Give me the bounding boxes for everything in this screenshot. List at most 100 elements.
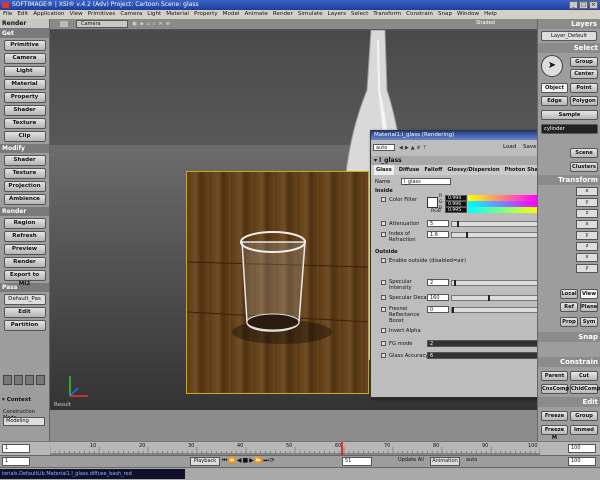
menu-window[interactable]: Window xyxy=(457,10,479,19)
select-arrow-icon[interactable]: ➤ xyxy=(541,55,563,77)
fresnel-checkbox[interactable] xyxy=(381,307,386,312)
get-property-button[interactable]: Property xyxy=(3,92,46,103)
get-texture-button[interactable]: Texture xyxy=(3,118,46,129)
immed-button[interactable]: Immed xyxy=(570,425,598,435)
menu-transform[interactable]: Transform xyxy=(373,10,401,19)
menu-property[interactable]: Property xyxy=(194,10,218,19)
render-preview-button[interactable]: Preview xyxy=(3,244,46,255)
color-swatch[interactable] xyxy=(427,197,438,208)
clusters-button[interactable]: Clusters xyxy=(570,162,598,172)
attenuation-slider[interactable] xyxy=(451,221,543,227)
scale-x-button[interactable]: x xyxy=(576,187,598,196)
render-region-button[interactable]: Region xyxy=(3,218,46,229)
get-camera-button[interactable]: Camera xyxy=(3,53,46,64)
render-region[interactable] xyxy=(186,171,369,394)
shading-mode-dropdown[interactable]: Shaded xyxy=(476,20,495,26)
render-refresh-button[interactable]: Refresh xyxy=(3,231,46,242)
timeline[interactable]: 1 10 20 30 40 50 60 70 80 90 100 100 xyxy=(0,441,600,455)
tab-falloff[interactable]: Falloff xyxy=(424,165,442,175)
polygon-button[interactable]: Polygon xyxy=(570,96,598,106)
get-shader-button[interactable]: Shader xyxy=(3,105,46,116)
preset-dropdown[interactable]: auto xyxy=(373,144,395,151)
menu-application[interactable]: Application xyxy=(33,10,64,19)
cnscomp-button[interactable]: CnsComp xyxy=(541,384,569,394)
translate-y-button[interactable]: y xyxy=(576,264,598,273)
timeline-end-field[interactable]: 100 xyxy=(568,444,596,453)
toolbar-title[interactable]: Render xyxy=(0,19,49,29)
fresnel-field[interactable]: 0 xyxy=(427,306,449,313)
blue-value[interactable]: 0.995 xyxy=(445,207,467,213)
menu-file[interactable]: File xyxy=(3,10,12,19)
menu-help[interactable]: Help xyxy=(484,10,497,19)
scale-z-button[interactable]: z xyxy=(576,209,598,218)
center-button[interactable]: Center xyxy=(570,69,598,79)
ior-checkbox[interactable] xyxy=(381,232,386,237)
update-all-button[interactable]: Update All xyxy=(398,457,424,463)
plane-button[interactable]: Plane xyxy=(580,302,598,312)
glass-accuracy-checkbox[interactable] xyxy=(381,353,386,358)
modify-shader-button[interactable]: Shader xyxy=(3,155,46,166)
layer-dropdown[interactable]: Layer_Default xyxy=(541,31,597,41)
export-mi2-button[interactable]: Export to MI2 xyxy=(3,270,46,287)
selection-field[interactable]: cylinder xyxy=(541,124,598,134)
command-line[interactable]: terials.DefaultLib.Material1.l_glass.dif… xyxy=(0,469,185,479)
editor-nav-icons[interactable]: ◀▶▲⚙? xyxy=(399,145,428,151)
menu-render[interactable]: Render xyxy=(273,10,293,19)
end-frame-field[interactable]: 100 xyxy=(568,457,596,466)
rotate-x-button[interactable]: x xyxy=(576,220,598,229)
current-frame-field[interactable]: 51 xyxy=(342,457,372,466)
group-button[interactable]: Group xyxy=(570,57,598,67)
enable-outside-checkbox[interactable] xyxy=(381,258,386,263)
chldcomp-button[interactable]: ChldComp xyxy=(570,384,600,394)
specular-decay-field[interactable]: 160 xyxy=(427,294,449,301)
prop-button[interactable]: Prop xyxy=(560,317,578,327)
attenuation-checkbox[interactable] xyxy=(381,221,386,226)
render-render-button[interactable]: Render xyxy=(3,257,46,268)
ref-button[interactable]: Ref xyxy=(560,302,578,312)
material-editor-title[interactable]: Material1:l_glass (Rendering) xyxy=(371,131,554,140)
pass-dropdown[interactable]: Default_Pas xyxy=(3,294,46,305)
modify-ambience-button[interactable]: Ambience xyxy=(3,194,46,205)
rotate-z-button[interactable]: z xyxy=(576,242,598,251)
timeline-start-field[interactable]: 1 xyxy=(2,444,30,453)
specular-decay-checkbox[interactable] xyxy=(381,295,386,300)
start-frame-field[interactable]: 1 xyxy=(2,457,30,466)
get-clip-button[interactable]: Clip xyxy=(3,131,46,142)
menu-simulate[interactable]: Simulate xyxy=(298,10,323,19)
minimize-button[interactable]: _ xyxy=(569,1,578,9)
rotate-y-button[interactable]: y xyxy=(576,231,598,240)
menu-edit[interactable]: Edit xyxy=(17,10,28,19)
modify-projection-button[interactable]: Projection xyxy=(3,181,46,192)
menu-layers[interactable]: Layers xyxy=(328,10,347,19)
save-button[interactable]: Save xyxy=(523,144,537,150)
attenuation-field[interactable]: 5 xyxy=(427,220,449,227)
construction-mode-dropdown[interactable]: Modeling xyxy=(3,417,45,426)
auto-key-toggle[interactable]: auto xyxy=(466,457,477,463)
invert-alpha-checkbox[interactable] xyxy=(381,328,386,333)
maximize-button[interactable]: □ xyxy=(579,1,588,9)
camera-view-dropdown[interactable]: Camera xyxy=(76,20,128,28)
specular-intensity-field[interactable]: 2 xyxy=(427,279,449,286)
menu-model[interactable]: Model xyxy=(223,10,240,19)
fresnel-slider[interactable] xyxy=(451,307,543,313)
object-button[interactable]: Object xyxy=(541,83,568,93)
pass-partition-button[interactable]: Partition xyxy=(3,320,46,331)
scale-y-button[interactable]: y xyxy=(576,198,598,207)
menu-material[interactable]: Material xyxy=(166,10,189,19)
get-primitive-button[interactable]: Primitive xyxy=(3,40,46,51)
load-button[interactable]: Load xyxy=(503,144,516,150)
get-light-button[interactable]: Light xyxy=(3,66,46,77)
blue-slider[interactable] xyxy=(468,207,538,213)
viewport-menu-icon[interactable] xyxy=(60,21,68,27)
menu-light[interactable]: Light xyxy=(147,10,161,19)
modify-texture-button[interactable]: Texture xyxy=(3,168,46,179)
edge-button[interactable]: Edge xyxy=(541,96,568,106)
color-filter-checkbox[interactable] xyxy=(381,197,386,202)
menu-select[interactable]: Select xyxy=(351,10,368,19)
get-material-button[interactable]: Material xyxy=(3,79,46,90)
tab-glossy[interactable]: Glossy/Dispersion xyxy=(447,165,499,175)
specular-decay-slider[interactable] xyxy=(451,295,543,301)
scene-button[interactable]: Scene xyxy=(570,148,598,158)
tab-diffuse[interactable]: Diffuse xyxy=(399,165,420,175)
pass-edit-button[interactable]: Edit xyxy=(3,307,46,318)
